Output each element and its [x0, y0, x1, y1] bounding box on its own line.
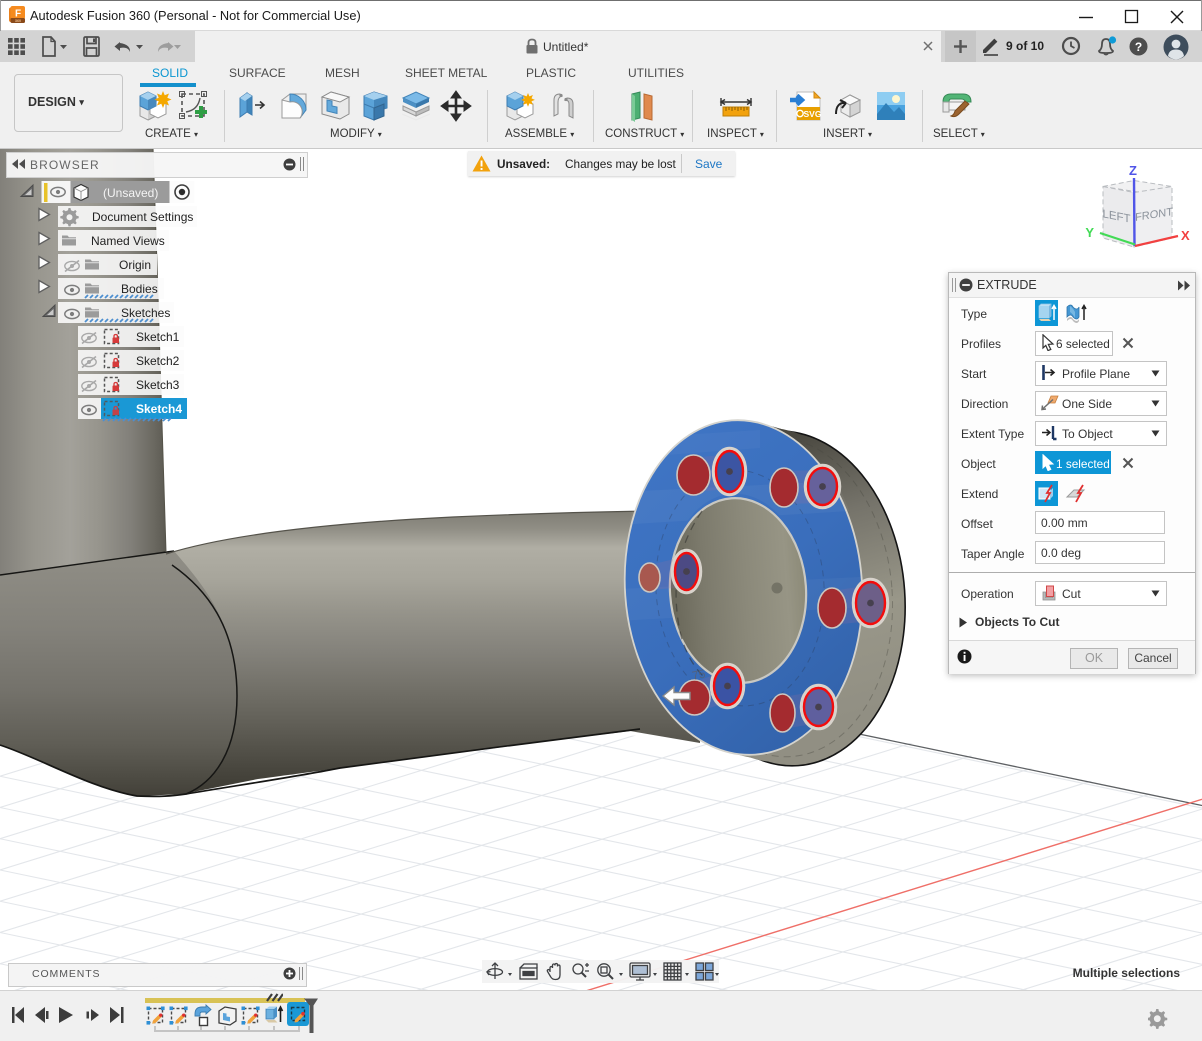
svg-text:Sketch3: Sketch3	[136, 378, 180, 392]
svg-text:Document Settings: Document Settings	[92, 210, 193, 224]
svg-text:Sketches: Sketches	[121, 306, 170, 320]
svg-text:360: 360	[15, 19, 21, 23]
svg-text:?: ?	[1135, 40, 1142, 54]
svg-text:Y: Y	[1085, 225, 1094, 240]
svg-text:F: F	[15, 9, 21, 20]
svg-text:Z: Z	[1129, 163, 1137, 178]
svg-text:(Unsaved): (Unsaved)	[103, 186, 158, 200]
svg-text:Origin: Origin	[119, 258, 151, 272]
svg-text:Named Views: Named Views	[91, 234, 165, 248]
svg-text:Sketch4: Sketch4	[136, 402, 182, 416]
svg-text:X: X	[1181, 228, 1190, 243]
svg-text:SVG: SVG	[804, 109, 822, 119]
svg-text:Bodies: Bodies	[121, 282, 158, 296]
svg-text:Sketch1: Sketch1	[136, 330, 180, 344]
svg-text:Sketch2: Sketch2	[136, 354, 180, 368]
